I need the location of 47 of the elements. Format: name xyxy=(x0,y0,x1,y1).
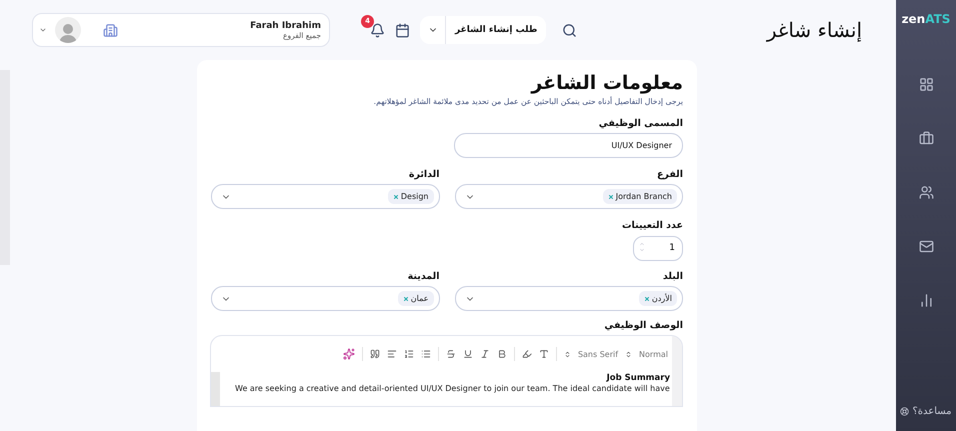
quote-icon[interactable] xyxy=(370,349,380,359)
content-text: We are seeking a creative and detail-oriented UI/UX Designer to join our team. The ideal candidate will have xyxy=(235,384,670,393)
selected-tag[interactable]: Design xyxy=(388,189,434,204)
size-select[interactable]: Normal xyxy=(639,350,668,358)
selected-tag[interactable]: عمان xyxy=(398,291,434,306)
select-field[interactable]: الأردن xyxy=(454,286,683,311)
avatar-icon xyxy=(55,17,81,43)
select-field[interactable]: عمان xyxy=(211,286,440,311)
selected-tag[interactable]: الأردن xyxy=(638,291,677,306)
scrollbar[interactable] xyxy=(672,336,682,406)
scrollbar[interactable] xyxy=(211,372,220,406)
calendar-icon[interactable] xyxy=(395,22,410,38)
bold-icon[interactable] xyxy=(496,349,507,359)
job-title-field[interactable]: UI/UX Designer xyxy=(454,133,683,158)
select-field[interactable]: Jordan Branch xyxy=(454,184,683,209)
numbered-list-icon[interactable] xyxy=(404,349,414,359)
help-icon[interactable] xyxy=(900,407,910,416)
content-heading: Job Summary xyxy=(605,373,670,383)
help-link[interactable]: مساعدة؟ xyxy=(912,406,952,417)
field-label: الدائرة xyxy=(408,169,440,180)
underline-icon[interactable] xyxy=(462,349,473,359)
bell-icon[interactable] xyxy=(370,22,385,38)
font-select-icon[interactable] xyxy=(625,350,632,358)
field-label: البلد xyxy=(662,271,683,282)
field-label: الفرع xyxy=(656,169,683,180)
field-label: المسمى الوظيفي xyxy=(598,118,683,129)
italic-icon[interactable] xyxy=(480,349,490,359)
align-select-icon[interactable] xyxy=(564,350,571,358)
align-icon[interactable] xyxy=(386,349,397,359)
strikethrough-icon[interactable] xyxy=(446,349,456,359)
field-label: المدينة xyxy=(406,271,440,282)
field-label: عدد التعيينات xyxy=(621,220,683,231)
building-icon xyxy=(103,22,118,38)
chevron-down-icon[interactable] xyxy=(39,26,47,34)
search-icon[interactable] xyxy=(562,22,578,38)
text-color-icon[interactable] xyxy=(538,349,549,359)
select-field[interactable]: Design xyxy=(211,184,440,209)
user-name: Farah Ibrahim xyxy=(250,20,321,30)
font-select[interactable]: Sans Serif xyxy=(578,350,618,358)
page-title: إنشاء شاغر xyxy=(766,18,862,42)
brand-logo: zenATS xyxy=(902,12,950,26)
sparkle-icon[interactable] xyxy=(342,348,355,360)
field-label: الوصف الوظيفي xyxy=(603,320,683,331)
number-field[interactable]: 1 xyxy=(633,236,683,260)
highlight-icon[interactable] xyxy=(522,349,532,359)
form-title: معلومات الشاغر xyxy=(530,72,683,94)
selected-tag[interactable]: Jordan Branch xyxy=(602,189,677,204)
